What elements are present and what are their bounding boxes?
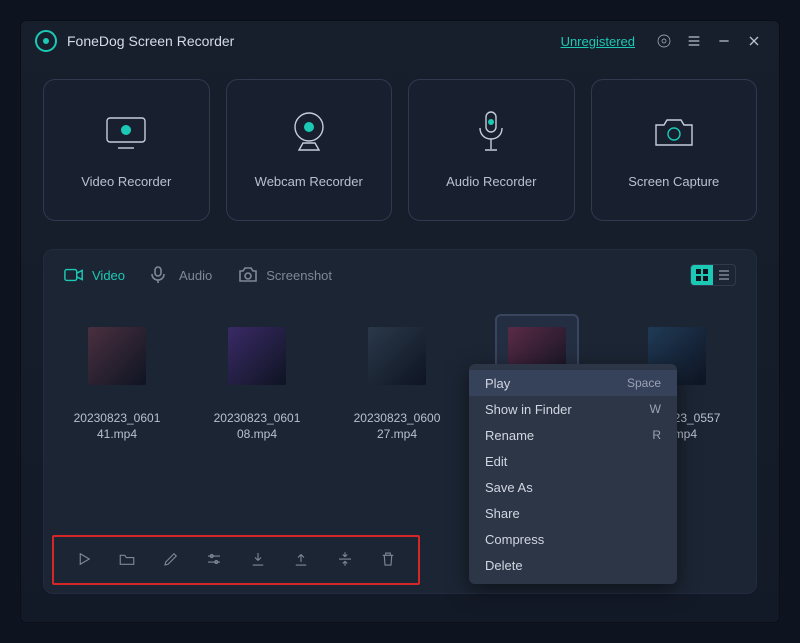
app-logo-icon: [35, 30, 57, 52]
context-menu-label: Edit: [485, 454, 507, 469]
app-window: FoneDog Screen Recorder Unregistered: [20, 20, 780, 623]
trash-icon: [379, 550, 397, 571]
title-bar: FoneDog Screen Recorder Unregistered: [21, 21, 779, 61]
monitor-record-icon: [101, 112, 151, 152]
thumbnail-image: [75, 314, 159, 398]
mode-label: Video Recorder: [81, 174, 171, 189]
microphone-small-icon: [151, 268, 171, 282]
tab-screenshot[interactable]: Screenshot: [238, 268, 332, 283]
file-toolbar: [52, 535, 420, 585]
context-menu-item[interactable]: Show in Finder W: [469, 396, 677, 422]
compress-icon: [336, 550, 354, 571]
edit-icon: [162, 550, 180, 571]
context-menu-shortcut: W: [650, 402, 661, 416]
toolbar-settings-button[interactable]: [200, 546, 228, 574]
mode-screen-capture[interactable]: Screen Capture: [591, 79, 758, 221]
download-icon: [249, 550, 267, 571]
app-title: FoneDog Screen Recorder: [67, 33, 234, 49]
toolbar-play-button[interactable]: [70, 546, 98, 574]
toolbar-save-button[interactable]: [244, 546, 272, 574]
context-menu-shortcut: R: [652, 428, 661, 442]
context-menu-label: Compress: [485, 532, 544, 547]
thumbnail-filename: 20230823_060027.mp4: [354, 410, 441, 442]
video-camera-icon: [64, 268, 84, 282]
mode-video-recorder[interactable]: Video Recorder: [43, 79, 210, 221]
context-menu-label: Delete: [485, 558, 523, 573]
minimize-button[interactable]: [713, 30, 735, 52]
folder-icon: [118, 550, 136, 571]
context-menu-shortcut: Space: [627, 376, 661, 390]
toolbar-share-button[interactable]: [287, 546, 315, 574]
mode-webcam-recorder[interactable]: Webcam Recorder: [226, 79, 393, 221]
mode-audio-recorder[interactable]: Audio Recorder: [408, 79, 575, 221]
thumbnail-image: [215, 314, 299, 398]
toolbar-compress-button[interactable]: [331, 546, 359, 574]
tab-label: Screenshot: [266, 268, 332, 283]
registration-status[interactable]: Unregistered: [561, 34, 635, 49]
context-menu-label: Show in Finder: [485, 402, 572, 417]
tab-label: Video: [92, 268, 125, 283]
thumbnail-item[interactable]: 20230823_060027.mp4: [342, 314, 452, 442]
context-menu-item[interactable]: Save As: [469, 474, 677, 500]
thumbnail-image: [355, 314, 439, 398]
context-menu-item[interactable]: Share: [469, 500, 677, 526]
tab-label: Audio: [179, 268, 212, 283]
context-menu-label: Play: [485, 376, 510, 391]
toolbar-folder-button[interactable]: [113, 546, 141, 574]
share-icon: [292, 550, 310, 571]
tab-video[interactable]: Video: [64, 268, 125, 283]
tab-audio[interactable]: Audio: [151, 268, 212, 283]
microphone-icon: [476, 112, 506, 152]
context-menu-item[interactable]: Rename R: [469, 422, 677, 448]
hamburger-menu-icon[interactable]: [683, 30, 705, 52]
context-menu-item[interactable]: Play Space: [469, 370, 677, 396]
context-menu-item[interactable]: Delete: [469, 552, 677, 578]
close-button[interactable]: [743, 30, 765, 52]
context-menu-item[interactable]: Compress: [469, 526, 677, 552]
thumbnail-item[interactable]: 20230823_060141.mp4: [62, 314, 172, 442]
toolbar-edit-button[interactable]: [157, 546, 185, 574]
settings-gear-icon[interactable]: [653, 30, 675, 52]
view-toggle: [690, 264, 736, 286]
mode-label: Webcam Recorder: [255, 174, 363, 189]
mode-label: Screen Capture: [628, 174, 719, 189]
library-tabs: Video Audio Screenshot: [44, 264, 756, 286]
mode-label: Audio Recorder: [446, 174, 536, 189]
thumbnail-filename: 20230823_060108.mp4: [214, 410, 301, 442]
context-menu-label: Share: [485, 506, 520, 521]
webcam-icon: [286, 112, 332, 152]
context-menu-label: Rename: [485, 428, 534, 443]
mode-card-row: Video Recorder Webcam Recorder: [21, 61, 779, 221]
sliders-icon: [205, 550, 223, 571]
thumbnail-filename: 20230823_060141.mp4: [74, 410, 161, 442]
camera-icon: [650, 112, 698, 152]
toolbar-delete-button[interactable]: [374, 546, 402, 574]
list-view-button[interactable]: [713, 265, 735, 285]
context-menu-item[interactable]: Edit: [469, 448, 677, 474]
context-menu-label: Save As: [485, 480, 533, 495]
context-menu: Play Space Show in Finder W Rename R Edit Save …: [469, 364, 677, 584]
thumbnail-item[interactable]: 20230823_060108.mp4: [202, 314, 312, 442]
camera-small-icon: [238, 268, 258, 282]
play-icon: [75, 550, 93, 571]
grid-view-button[interactable]: [691, 265, 713, 285]
